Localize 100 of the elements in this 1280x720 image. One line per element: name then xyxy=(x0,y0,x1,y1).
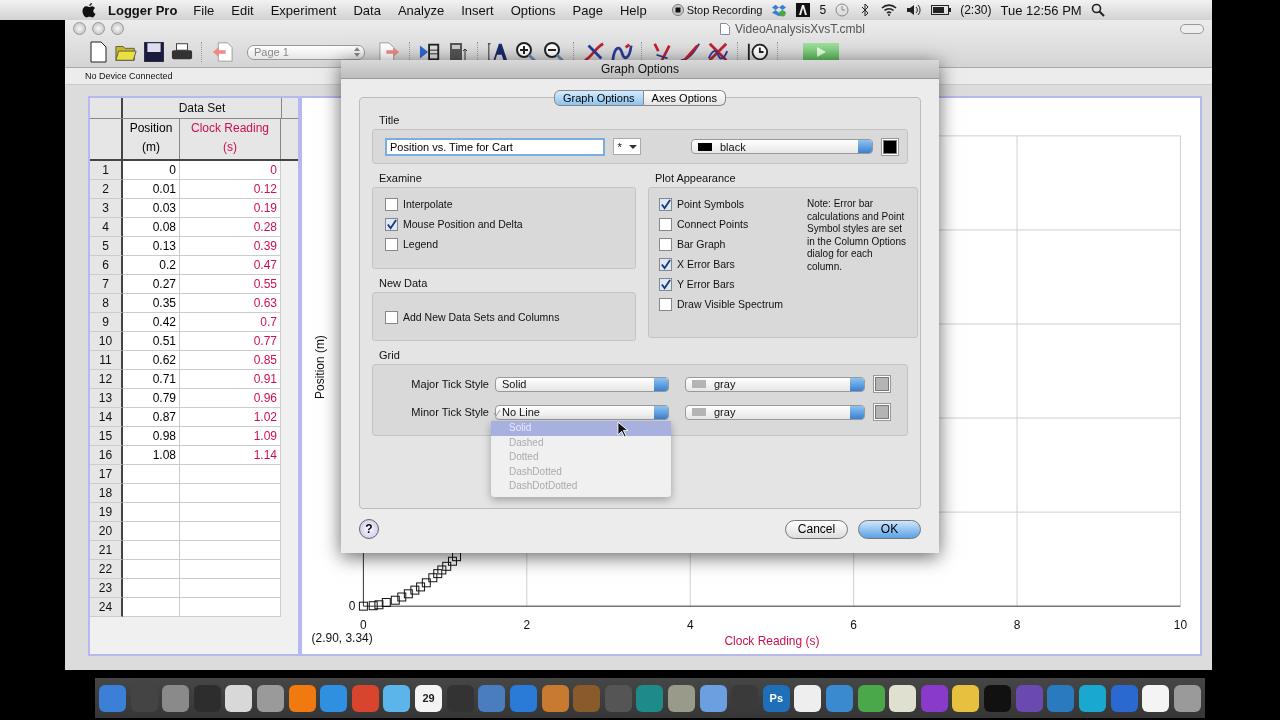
menu-item[interactable]: Options xyxy=(510,2,556,18)
table-cell: 0.63 xyxy=(180,294,281,313)
zoom-out-icon[interactable] xyxy=(543,41,565,63)
menu-item[interactable]: Help xyxy=(619,2,647,18)
line-style-popup[interactable]: No Line xyxy=(495,404,669,420)
data-point xyxy=(403,589,413,599)
app-icon[interactable]: Ps xyxy=(762,684,790,712)
tab[interactable]: Graph Options xyxy=(554,90,644,106)
row-number: 13 xyxy=(90,389,123,408)
new-document-icon[interactable] xyxy=(87,41,109,63)
menu-item[interactable]: Analyze xyxy=(397,2,445,18)
color-popup[interactable]: gray xyxy=(685,376,865,392)
column-header[interactable]: Clock Reading (s) xyxy=(180,119,281,159)
menu-item[interactable]: File xyxy=(193,2,215,18)
app-icon[interactable] xyxy=(794,684,822,712)
table-cell: 1.08 xyxy=(123,446,180,465)
title-field[interactable]: Position vs. Time for Cart xyxy=(385,137,605,156)
row-number: 18 xyxy=(90,484,123,503)
checkbox-option[interactable]: Mouse Position and Delta xyxy=(385,216,623,232)
section-heading: Examine xyxy=(379,172,423,184)
menu-item[interactable]: Edit xyxy=(231,2,254,18)
volume-icon[interactable] xyxy=(906,3,923,17)
checkbox-option[interactable]: Add New Data Sets and Columns xyxy=(385,309,623,325)
cross-curves-icon[interactable] xyxy=(707,41,729,63)
wifi-icon[interactable] xyxy=(881,3,898,17)
checkbox-option[interactable]: Interpolate xyxy=(385,196,623,212)
column-header[interactable]: Position (m) xyxy=(123,119,180,159)
axis-tick-label: 0 xyxy=(348,599,356,614)
color-well[interactable] xyxy=(873,375,891,393)
a-logo-icon[interactable] xyxy=(796,3,811,17)
menu-item[interactable]: Page xyxy=(572,2,603,18)
checkbox-option[interactable]: Y Error Bars xyxy=(659,276,799,292)
app-icon[interactable] xyxy=(1078,684,1106,712)
data-point xyxy=(390,595,400,605)
close-button[interactable] xyxy=(73,22,86,35)
tab[interactable]: Axes Options xyxy=(643,90,726,106)
table-cell xyxy=(123,541,180,560)
color-well[interactable] xyxy=(873,403,891,421)
menu-item[interactable]: Insert xyxy=(461,2,494,18)
toolbar-toggle-button[interactable] xyxy=(1180,23,1204,34)
section-heading: Title xyxy=(379,114,401,126)
dialog-button[interactable]: OK xyxy=(858,519,921,539)
table-cell: 0.08 xyxy=(123,218,180,237)
tangent-icon[interactable] xyxy=(679,41,701,63)
symbol-popup[interactable]: * xyxy=(613,138,641,155)
row-number: 5 xyxy=(90,237,123,256)
app-icon[interactable] xyxy=(889,684,917,712)
checkbox-option[interactable]: X Error Bars xyxy=(659,256,799,272)
wave-icon[interactable] xyxy=(611,41,633,63)
app-icon[interactable] xyxy=(383,684,411,712)
slope-icon[interactable] xyxy=(651,41,673,63)
axis-tick-label: 2 xyxy=(523,618,531,633)
previous-page-icon[interactable] xyxy=(211,41,233,63)
row-number: 15 xyxy=(90,427,123,446)
minimize-button[interactable] xyxy=(92,22,105,35)
checkbox-option[interactable]: Point Symbols xyxy=(659,196,799,212)
help-button[interactable]: ? xyxy=(359,519,379,539)
dialog-button[interactable]: Cancel xyxy=(785,519,848,539)
row-number: 21 xyxy=(90,541,123,560)
box-icon[interactable] xyxy=(771,3,788,17)
menu-item[interactable]: Experiment xyxy=(270,2,337,18)
app-icon[interactable] xyxy=(1142,684,1170,712)
color-well[interactable] xyxy=(881,137,899,156)
zoom-button[interactable] xyxy=(111,22,124,35)
checkbox-option[interactable]: Connect Points xyxy=(659,216,799,232)
table-cell: 0.91 xyxy=(180,370,281,389)
checkbox-option[interactable]: Bar Graph xyxy=(659,236,799,252)
data-point xyxy=(358,601,368,611)
autoscale-icon[interactable] xyxy=(487,41,509,63)
next-page-icon[interactable] xyxy=(379,41,401,63)
dialog-title: Graph Options xyxy=(600,62,679,76)
table-cell xyxy=(123,503,180,522)
line-style-popup[interactable]: Solid xyxy=(495,376,669,392)
apple-logo-icon[interactable] xyxy=(82,2,96,18)
battery-icon[interactable] xyxy=(931,5,952,15)
app-menu[interactable]: Logger Pro xyxy=(108,2,178,18)
y-axis-label: Position (m) xyxy=(312,335,327,399)
axis-tick-label: 0 xyxy=(360,618,367,633)
stopwatch-icon[interactable] xyxy=(747,41,769,63)
play-button[interactable] xyxy=(803,43,839,61)
app-icon[interactable] xyxy=(225,684,253,712)
device-status: No Device Connected xyxy=(85,71,173,82)
row-number: 19 xyxy=(90,503,123,522)
search-icon[interactable] xyxy=(1090,3,1105,17)
checkbox-option[interactable]: Legend xyxy=(385,236,623,252)
app-icon[interactable]: 29 xyxy=(415,684,443,712)
row-number: 4 xyxy=(90,218,123,237)
collect-icon[interactable] xyxy=(419,41,441,63)
curve-fit-icon[interactable] xyxy=(583,41,605,63)
caret-icon xyxy=(628,143,637,150)
stop-recording-item[interactable]: Stop Recording xyxy=(671,4,763,16)
color-popup[interactable]: gray xyxy=(685,404,865,420)
menu-item[interactable]: Data xyxy=(353,2,381,18)
window-title: VideoAnalysisXvsT.cmbl xyxy=(735,21,865,36)
app-icon[interactable] xyxy=(699,684,727,712)
checkbox-option[interactable]: Draw Visible Spectrum xyxy=(659,296,799,312)
color-popup[interactable]: black xyxy=(691,139,873,154)
app-icon[interactable] xyxy=(952,684,980,712)
clock-icon[interactable] xyxy=(835,3,850,17)
table-cell: 0.19 xyxy=(180,199,281,218)
